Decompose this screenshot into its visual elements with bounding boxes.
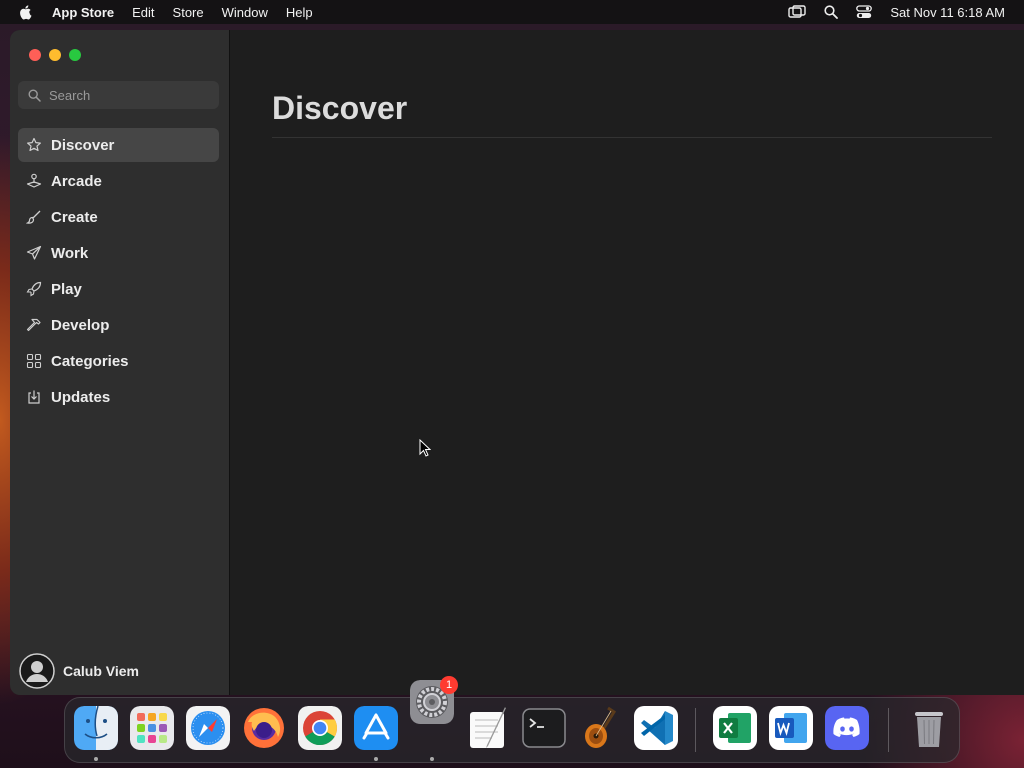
menu-clock[interactable]: Sat Nov 11 6:18 AM (890, 5, 1005, 20)
app-store-window: Search Discover Arcade Create Work Play … (10, 30, 1024, 695)
excel-icon[interactable] (713, 706, 757, 750)
close-window-button[interactable] (29, 49, 41, 61)
search-field[interactable]: Search (18, 81, 219, 109)
sidebar-item-play[interactable]: Play (18, 272, 219, 306)
vscode-icon[interactable] (634, 706, 678, 750)
sidebar-item-arcade[interactable]: Arcade (18, 164, 219, 198)
search-placeholder: Search (49, 87, 91, 103)
menu-app-name[interactable]: App Store (52, 5, 114, 20)
textedit-icon[interactable] (466, 706, 510, 750)
trash-icon[interactable] (907, 706, 951, 750)
apple-icon[interactable] (18, 4, 34, 20)
search-icon (28, 88, 41, 102)
finder-running-indicator (94, 757, 98, 761)
notification-badge: 1 (440, 676, 458, 694)
sidebar-item-discover[interactable]: Discover (18, 128, 219, 162)
brush-icon (26, 209, 42, 225)
main-content: Discover (231, 30, 1024, 695)
control-center-icon[interactable] (856, 5, 873, 19)
download-icon (26, 389, 42, 405)
spotlight-search-icon[interactable] (824, 5, 839, 19)
sidebar-item-create[interactable]: Create (18, 200, 219, 234)
system-settings-running-indicator (430, 757, 434, 761)
sidebar-item-updates[interactable]: Updates (18, 380, 219, 414)
sidebar-item-label: Create (51, 208, 98, 226)
menu-edit[interactable]: Edit (132, 5, 154, 20)
sidebar: Search Discover Arcade Create Work Play … (10, 30, 230, 695)
user-name: Calub Viem (63, 663, 139, 679)
sidebar-item-categories[interactable]: Categories (18, 344, 219, 378)
terminal-icon[interactable] (522, 706, 566, 750)
garageband-icon[interactable] (578, 706, 622, 750)
rocket-icon (26, 281, 42, 297)
dock (64, 680, 960, 763)
grid-icon (26, 353, 42, 369)
hammer-icon (26, 317, 42, 333)
finder-icon[interactable] (74, 706, 118, 750)
menu-bar: App Store Edit Store Window Help Sat Nov… (0, 0, 1024, 24)
joystick-icon (26, 173, 42, 189)
zoom-window-button[interactable] (69, 49, 81, 61)
screen-mirroring-icon[interactable] (788, 5, 807, 19)
sidebar-item-label: Arcade (51, 172, 102, 190)
avatar (19, 653, 55, 689)
safari-icon[interactable] (186, 706, 230, 750)
window-controls (29, 49, 81, 61)
menu-window[interactable]: Window (222, 5, 268, 20)
sidebar-item-label: Discover (51, 136, 115, 154)
sidebar-item-work[interactable]: Work (18, 236, 219, 270)
sidebar-item-label: Updates (51, 388, 111, 406)
dock-separator (695, 708, 696, 752)
sidebar-item-label: Work (51, 244, 89, 262)
mouse-cursor-icon (419, 439, 431, 457)
account-button[interactable]: Calub Viem (19, 653, 139, 689)
app-store-running-indicator (374, 757, 378, 761)
chrome-icon[interactable] (298, 706, 342, 750)
page-title: Discover (272, 90, 408, 126)
minimize-window-button[interactable] (49, 49, 61, 61)
word-icon[interactable] (769, 706, 813, 750)
sidebar-item-label: Develop (51, 316, 110, 334)
sidebar-nav: Discover Arcade Create Work Play Develop… (18, 128, 219, 416)
launchpad-icon[interactable] (130, 706, 174, 750)
dock-separator (888, 708, 889, 752)
title-divider (272, 137, 992, 138)
discord-icon[interactable] (825, 706, 869, 750)
app-store-icon[interactable] (354, 706, 398, 750)
menu-help[interactable]: Help (286, 5, 313, 20)
star-icon (26, 137, 42, 153)
sidebar-item-label: Categories (51, 352, 129, 370)
sidebar-item-develop[interactable]: Develop (18, 308, 219, 342)
sidebar-item-label: Play (51, 280, 82, 298)
firefox-icon[interactable] (242, 706, 286, 750)
paper-plane-icon (26, 245, 42, 261)
menu-store[interactable]: Store (173, 5, 204, 20)
